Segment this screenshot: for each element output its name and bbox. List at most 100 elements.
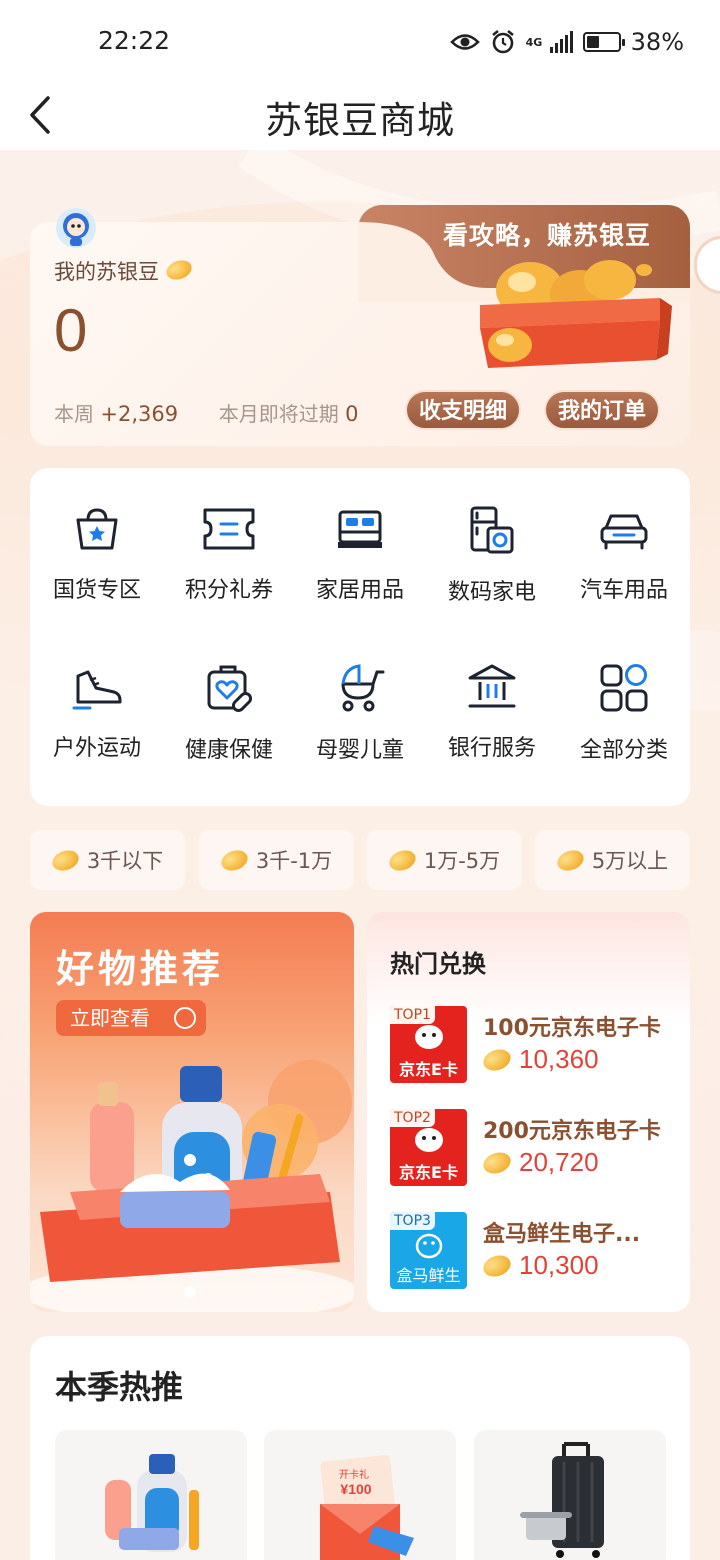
bean-icon (386, 846, 419, 874)
grid-icon (600, 664, 648, 712)
category-label: 数码家电 (447, 580, 536, 605)
price-filter-label: 3千-1万 (255, 849, 333, 873)
side-float-button[interactable] (694, 236, 720, 294)
price-filter-10k-50k[interactable]: 1万-5万 (367, 830, 522, 890)
balance-label: 我的苏银豆 (54, 256, 194, 286)
balance-stats: 本周 +2,369 本月即将过期 0 (54, 398, 359, 427)
jd-ecard-image[interactable]: TOP1 京东E卡 (390, 1006, 467, 1083)
hot-item-price: 10,360 (480, 1044, 599, 1075)
season-hot-title: 本季热推 (55, 1368, 184, 1406)
brand-label: 盒马鲜生 (396, 1266, 461, 1285)
season-product-card[interactable] (55, 1430, 247, 1560)
brand-label: 京东E卡 (399, 1060, 458, 1079)
price-filter-label: 5万以上 (591, 849, 669, 873)
bean-icon (49, 846, 82, 874)
transaction-detail-button[interactable]: 收支明细 (405, 390, 522, 430)
price-filter-label: 1万-5万 (423, 849, 501, 873)
category-label: 家居用品 (315, 578, 404, 603)
daily-goods-image (105, 1454, 199, 1552)
hot-item-name[interactable]: 盒马鲜生电子... (483, 1216, 640, 1248)
my-orders-button[interactable]: 我的订单 (544, 390, 661, 430)
week-label: 本周 (54, 402, 94, 426)
eye-icon (449, 34, 480, 50)
page-title: 苏银豆商城 (265, 99, 455, 142)
category-label: 全部分类 (579, 738, 668, 763)
status-icons: 4G 38% (449, 26, 684, 58)
bean-icon (480, 1251, 514, 1280)
category-digital-appliances[interactable]: 数码家电 (426, 504, 558, 606)
jd-ecard-image[interactable]: TOP2 京东E卡 (390, 1109, 467, 1186)
bean-icon (163, 257, 194, 283)
category-all[interactable]: 全部分类 (558, 662, 690, 764)
gift-label: 开卡礼 (339, 1468, 369, 1481)
price-value: 20,720 (519, 1147, 599, 1177)
battery-icon (582, 32, 625, 52)
status-bar: 22:22 4G 38% (0, 0, 720, 80)
expire-value: 0 (345, 402, 359, 426)
recommend-banner[interactable]: 好物推荐 立即查看 (30, 912, 354, 1312)
luggage-image (520, 1442, 604, 1558)
hot-item-name[interactable]: 200元京东电子卡 (483, 1113, 661, 1145)
jd-dog-icon (415, 1025, 443, 1049)
earn-guide-text[interactable]: 看攻略，赚苏银豆 (443, 216, 651, 252)
price-filter-3k-10k[interactable]: 3千-1万 (199, 830, 354, 890)
signal-icon (549, 31, 573, 53)
jd-dog-icon (415, 1128, 443, 1152)
view-now-button[interactable]: 立即查看 (56, 1000, 206, 1036)
bean-icon (218, 846, 251, 874)
health-kit-icon (207, 665, 253, 713)
car-icon (600, 514, 648, 550)
category-label: 户外运动 (52, 736, 141, 761)
bed-icon (338, 510, 382, 548)
balance-label-text: 我的苏银豆 (54, 260, 159, 284)
gift-value: ¥100 (340, 1481, 371, 1497)
category-label: 积分礼券 (184, 578, 273, 603)
recommend-title: 好物推荐 (56, 947, 225, 991)
price-filter-label: 3千以下 (86, 849, 164, 873)
price-value: 10,300 (519, 1250, 599, 1280)
avatar (56, 208, 96, 248)
battery-level: 38% (630, 28, 684, 56)
category-label: 母婴儿童 (315, 738, 404, 763)
category-label: 国货专区 (52, 578, 141, 603)
carousel-dot (184, 1286, 196, 1298)
price-filter-under-3k[interactable]: 3千以下 (30, 830, 185, 890)
price-filter-over-50k[interactable]: 5万以上 (535, 830, 690, 890)
balance-value: 0 (54, 297, 88, 364)
category-home-goods[interactable]: 家居用品 (294, 504, 426, 604)
hema-card-image[interactable]: TOP3 盒马鲜生 (390, 1212, 467, 1289)
season-product-card[interactable]: 开卡礼 ¥100 (264, 1430, 456, 1560)
nav-bar: 苏银豆商城 (0, 80, 720, 150)
category-outdoor-sports[interactable]: 户外运动 (31, 662, 163, 762)
category-bank-services[interactable]: 银行服务 (426, 662, 558, 762)
stroller-icon (341, 664, 385, 712)
category-health-care[interactable]: 健康保健 (163, 662, 295, 764)
alarm-icon (491, 29, 514, 54)
hot-item-name[interactable]: 100元京东电子卡 (483, 1010, 661, 1042)
category-points-coupons[interactable]: 积分礼券 (163, 504, 295, 604)
season-product-card[interactable] (474, 1430, 666, 1560)
hema-mascot-icon (415, 1233, 443, 1259)
appliance-icon (470, 506, 514, 554)
sneaker-icon (72, 670, 122, 710)
view-now-label: 立即查看 (70, 1006, 150, 1030)
expire-label: 本月即将过期 (218, 402, 339, 426)
goods-illustration (30, 1060, 354, 1312)
category-label: 银行服务 (447, 736, 536, 761)
hot-exchange-title: 热门兑换 (390, 950, 486, 978)
hot-item-price: 20,720 (480, 1147, 599, 1178)
brand-label: 京东E卡 (399, 1163, 458, 1182)
category-mother-baby[interactable]: 母婴儿童 (294, 662, 426, 764)
gift-card-image: 开卡礼 ¥100 (320, 1454, 414, 1560)
category-domestic-goods[interactable]: 国货专区 (31, 504, 163, 604)
category-label: 汽车用品 (579, 578, 668, 603)
category-label: 健康保健 (184, 738, 273, 763)
price-value: 10,360 (519, 1044, 599, 1074)
category-car-goods[interactable]: 汽车用品 (558, 504, 690, 604)
bean-box-illustration (480, 260, 672, 368)
bean-icon (480, 1148, 514, 1177)
chevron-right-icon (174, 1007, 196, 1029)
bean-icon (480, 1045, 514, 1074)
network-type: 4G (525, 35, 543, 49)
week-value: +2,369 (100, 402, 179, 426)
